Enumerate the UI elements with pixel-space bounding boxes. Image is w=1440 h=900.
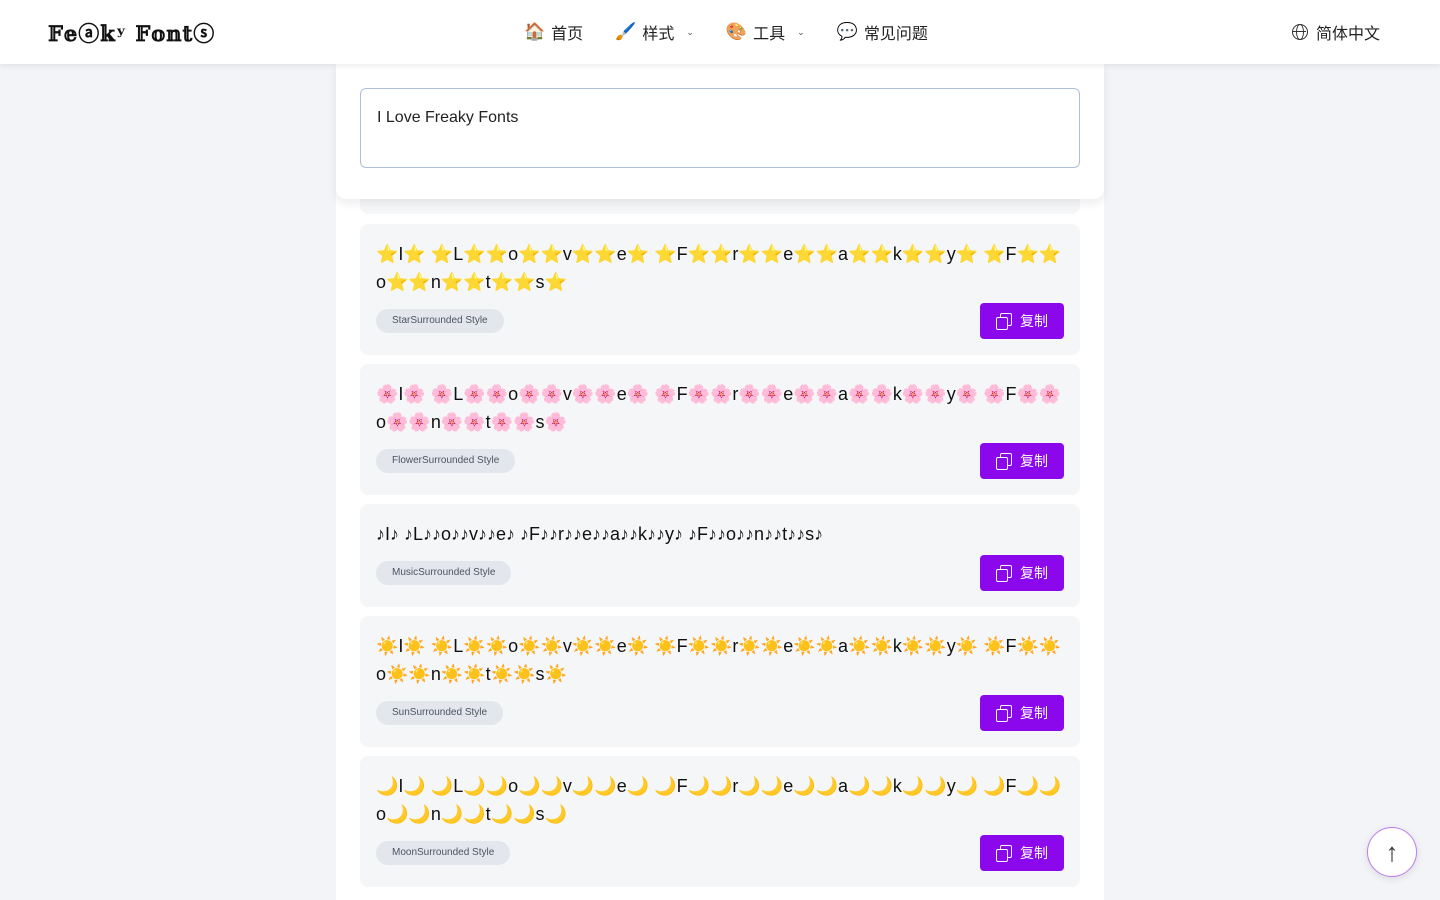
copy-button[interactable]: 复制 [980,835,1064,871]
nav-item-home[interactable]: 🏠 首页 [524,20,583,44]
copy-label: 复制 [1020,565,1048,581]
language-label: 简体中文 [1315,26,1380,43]
copy-button[interactable]: 复制 [980,555,1064,591]
styled-text: ⭐I⭐ ⭐L⭐⭐o⭐⭐v⭐⭐e⭐ ⭐F⭐⭐r⭐⭐e⭐⭐a⭐⭐k⭐⭐y⭐ ⭐F⭐⭐… [376,244,1062,292]
copy-label: 复制 [1020,313,1048,329]
nav-label-home: 首页 [551,26,584,43]
nav-item-tools[interactable]: 🎨 工具 ⌄ [726,20,805,44]
site-logo[interactable]: 𝔽𝕖ⓐ𝕜ʸ 𝔽𝕠𝕟𝕥ⓢ [48,18,215,48]
nav-label-tools: 工具 [753,26,786,43]
nav-label-faq: 常见问题 [863,26,928,43]
top-header: 𝔽𝕖ⓐ𝕜ʸ 𝔽𝕠𝕟𝕥ⓢ 🏠 首页 🖌️ 样式 ⌄ 🎨 工具 ⌄ 💬 常见问题 简… [0,0,1440,64]
chevron-down-icon: ⌄ [686,26,694,37]
result-card: 🌸I🌸 🌸L🌸🌸o🌸🌸v🌸🌸e🌸 🌸F🌸🌸r🌸🌸e🌸🌸a🌸🌸k🌸🌸y🌸 🌸F🌸🌸… [360,364,1080,495]
result-card-partial [360,199,1080,214]
styled-text: 🌙I🌙 🌙L🌙🌙o🌙🌙v🌙🌙e🌙 🌙F🌙🌙r🌙🌙e🌙🌙a🌙🌙k🌙🌙y🌙 🌙F🌙🌙… [376,776,1062,824]
copy-icon [996,845,1012,862]
main-nav: 🏠 首页 🖌️ 样式 ⌄ 🎨 工具 ⌄ 💬 常见问题 [524,0,928,64]
copy-icon [996,705,1012,722]
paintbrush-icon: 🖌️ [615,22,637,41]
copy-icon [996,313,1012,330]
styled-text: 🌸I🌸 🌸L🌸🌸o🌸🌸v🌸🌸e🌸 🌸F🌸🌸r🌸🌸e🌸🌸a🌸🌸k🌸🌸y🌸 🌸F🌸🌸… [376,384,1062,432]
text-input[interactable] [360,88,1080,168]
nav-item-styles[interactable]: 🖌️ 样式 ⌄ [615,20,694,44]
nav-item-faq[interactable]: 💬 常见问题 [837,20,928,44]
copy-label: 复制 [1020,705,1048,721]
copy-button[interactable]: 复制 [980,443,1064,479]
globe-icon [1291,24,1308,40]
result-card: 🌙I🌙 🌙L🌙🌙o🌙🌙v🌙🌙e🌙 🌙F🌙🌙r🌙🌙e🌙🌙a🌙🌙k🌙🌙y🌙 🌙F🌙🌙… [360,756,1080,887]
style-tag: StarSurrounded Style [376,309,504,333]
copy-label: 复制 [1020,845,1048,861]
copy-button[interactable]: 复制 [980,695,1064,731]
style-tag: SunSurrounded Style [376,701,504,725]
styled-text: ☀️I☀️ ☀️L☀️☀️o☀️☀️v☀️☀️e☀️ ☀️F☀️☀️r☀️☀️e… [376,636,1062,684]
scroll-to-top-button[interactable]: ↑ [1367,827,1417,877]
result-card: ♪I♪ ♪L♪♪o♪♪v♪♪e♪ ♪F♪♪r♪♪e♪♪a♪♪k♪♪y♪ ♪F♪♪… [360,504,1080,607]
copy-icon [996,565,1012,582]
result-card: ☀️I☀️ ☀️L☀️☀️o☀️☀️v☀️☀️e☀️ ☀️F☀️☀️r☀️☀️e… [360,616,1080,747]
arrow-up-icon: ↑ [1385,836,1399,867]
result-card: ⭐I⭐ ⭐L⭐⭐o⭐⭐v⭐⭐e⭐ ⭐F⭐⭐r⭐⭐e⭐⭐a⭐⭐k⭐⭐y⭐ ⭐F⭐⭐… [360,224,1080,355]
styled-text: ♪I♪ ♪L♪♪o♪♪v♪♪e♪ ♪F♪♪r♪♪e♪♪a♪♪k♪♪y♪ ♪F♪♪… [376,524,824,544]
palette-icon: 🎨 [725,22,748,41]
nav-label-styles: 样式 [642,26,675,43]
chevron-down-icon: ⌄ [797,26,805,37]
language-selector[interactable]: 简体中文 [1291,0,1380,64]
speech-bubble-icon: 💬 [836,22,858,41]
copy-button[interactable]: 复制 [980,303,1064,339]
style-tag: FlowerSurrounded Style [376,449,516,473]
input-card [336,64,1104,199]
copy-label: 复制 [1020,453,1048,469]
style-tag: MoonSurrounded Style [376,841,511,865]
style-tag: MusicSurrounded Style [376,561,512,585]
house-icon: 🏠 [524,22,546,41]
copy-icon [996,453,1012,470]
